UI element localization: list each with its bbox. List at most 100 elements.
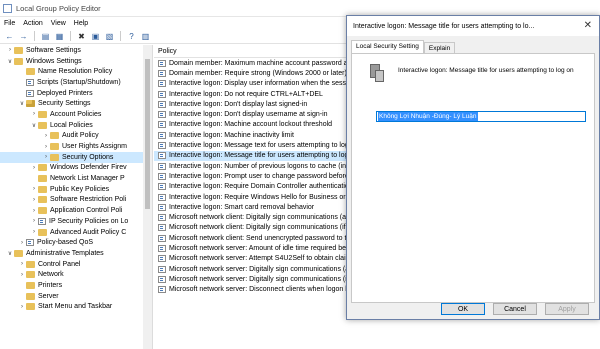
navigation-tree[interactable]: › Software Settings ∨ Windows Settings Name … [0,45,153,349]
back-arrow-icon[interactable]: ← [4,31,15,42]
tree-node[interactable]: › Application Control Poli [0,205,152,216]
collapsed-arrow-icon[interactable]: › [30,186,38,192]
tree-node[interactable]: › Start Menu and Taskbar [0,302,152,313]
apply-button[interactable]: Apply [545,303,589,315]
delete-icon[interactable]: ✖ [76,31,87,42]
tree-node[interactable]: › Advanced Audit Policy C [0,227,152,238]
menu-file[interactable]: File [4,20,15,27]
collapsed-arrow-icon[interactable]: › [42,144,50,150]
collapsed-arrow-icon[interactable]: › [30,165,38,171]
policy-icon [158,90,166,98]
tree-node[interactable]: ∨ Administrative Templates [0,248,152,259]
tree-node[interactable]: ∨ Security Settings [0,98,152,109]
policy-name: Interactive logon: Require Windows Hello… [169,193,357,201]
tree-node[interactable]: › Security Options [0,151,152,163]
tree-node-label: Audit Policy [62,132,99,140]
collapsed-arrow-icon[interactable]: › [30,218,38,224]
toolbar-divider [70,31,71,41]
tab-local-security-setting[interactable]: Local Security Setting [351,40,424,53]
tree-node-label: Public Key Policies [50,185,110,193]
collapsed-arrow-icon[interactable]: › [6,47,14,53]
message-title-input[interactable]: Không Lợi Nhuận -Đúng- Lý Luận [376,111,586,122]
tree-node[interactable]: › Windows Defender Firev [0,163,152,174]
ok-button[interactable]: OK [441,303,485,315]
tab-explain[interactable]: Explain [423,42,456,53]
menu-view[interactable]: View [51,20,66,27]
collapsed-arrow-icon[interactable]: › [18,272,26,278]
collapsed-arrow-icon[interactable]: › [18,240,26,246]
tree-node[interactable]: Deployed Printers [0,88,152,99]
policy-icon [158,265,166,273]
expanded-arrow-icon[interactable]: ∨ [6,58,14,65]
tree-node-label: Security Options [62,153,114,161]
tree-node-label: Application Control Poli [50,207,123,215]
expanded-arrow-icon[interactable]: ∨ [30,122,38,129]
tree-node[interactable]: › Network [0,269,152,280]
forward-arrow-icon[interactable]: → [18,31,29,42]
export-list-icon[interactable]: ▧ [104,31,115,42]
policy-name: Interactive logon: Message title for use… [169,152,349,160]
policy-icon [26,78,34,86]
tree-node-label: IP Security Policies on Lo [49,217,129,225]
cancel-button[interactable]: Cancel [493,303,537,315]
expanded-arrow-icon[interactable]: ∨ [6,250,14,257]
tree-node[interactable]: Name Resolution Policy [0,66,152,77]
tree-node[interactable]: ∨ Local Policies [0,120,152,131]
tree-node[interactable]: › Audit Policy [0,131,152,142]
tree-node[interactable]: › Software Restriction Poli [0,195,152,206]
tree-node[interactable]: Printers [0,280,152,291]
collapsed-arrow-icon[interactable]: › [30,197,38,203]
policy-column-header[interactable]: Policy [158,48,177,55]
policy-icon [158,111,166,119]
policy-name: Interactive logon: Require Domain Contro… [169,183,349,191]
collapsed-arrow-icon[interactable]: › [18,304,26,310]
help-icon[interactable]: ? [126,31,137,42]
tree-node[interactable]: › Control Panel [0,259,152,270]
tree-node[interactable]: › User Rights Assignm [0,141,152,152]
policy-name: Microsoft network server: Disconnect cli… [169,286,354,294]
filter-view-icon[interactable]: ▥ [140,31,151,42]
tree-node-label: User Rights Assignm [62,143,127,151]
show-hide-tree-icon[interactable]: ▦ [54,31,65,42]
tree-node-label: Security Settings [38,100,91,108]
expanded-arrow-icon[interactable]: ∨ [18,100,26,107]
collapsed-arrow-icon[interactable]: › [18,261,26,267]
collapsed-arrow-icon[interactable]: › [30,208,38,214]
tree-node[interactable]: ∨ Windows Settings [0,56,152,67]
folder-icon [50,153,59,161]
tree-scrollbar-thumb[interactable] [145,59,150,209]
folder-icon [38,164,47,172]
collapsed-arrow-icon[interactable]: › [30,229,38,235]
tree-node[interactable]: › Public Key Policies [0,184,152,195]
tree-node[interactable]: Scripts (Startup/Shutdown) [0,77,152,88]
tree-node[interactable]: › Software Settings [0,45,152,56]
tree-node[interactable]: Server [0,291,152,302]
properties-icon[interactable]: ▣ [90,31,101,42]
up-folder-icon[interactable]: ▤ [40,31,51,42]
policy-name: Interactive logon: Smart card removal be… [169,203,315,211]
tree-scrollbar[interactable] [143,45,152,349]
tree-node-label: Windows Settings [26,57,82,65]
tree-node[interactable]: › Account Policies [0,109,152,120]
folder-icon [38,121,47,129]
tree-node[interactable]: › Policy-based QoS [0,237,152,248]
tree-node-label: Software Restriction Poli [50,196,127,204]
policy-icon [158,80,166,88]
collapsed-arrow-icon[interactable]: › [42,154,50,160]
tree-node[interactable]: Network List Manager P [0,173,152,184]
policy-icon [158,203,166,211]
menu-help[interactable]: Help [74,20,88,27]
security-folder-icon [26,100,35,108]
tree-node-label: Start Menu and Taskbar [38,303,113,311]
policy-name: Microsoft network server: Amount of idle… [169,244,348,252]
policy-icon [158,183,166,191]
close-icon[interactable]: ✕ [584,20,592,31]
collapsed-arrow-icon[interactable]: › [42,133,50,139]
tree-node-label: Administrative Templates [26,249,104,257]
tree-node[interactable]: › IP Security Policies on Lo [0,216,152,227]
menu-action[interactable]: Action [23,20,42,27]
collapsed-arrow-icon[interactable]: › [30,111,38,117]
policy-icon [26,89,34,97]
tree-node-label: Software Settings [26,46,81,54]
policy-icon [158,59,166,67]
